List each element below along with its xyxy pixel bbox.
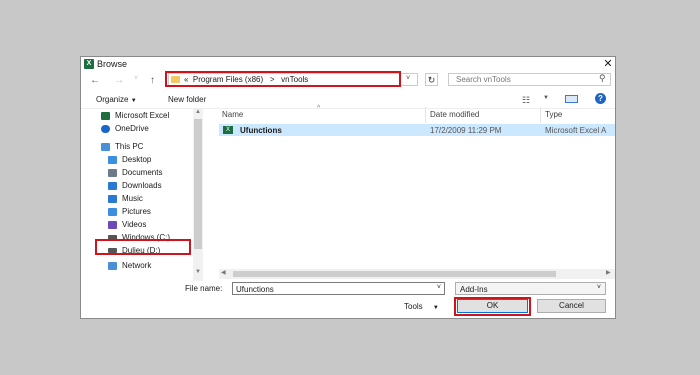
tools-menu[interactable]: Tools ▼ (404, 302, 439, 311)
preview-pane-icon[interactable] (565, 95, 578, 103)
nav-item-label: Music (122, 194, 143, 203)
nav-item-label: Desktop (122, 155, 152, 164)
tools-label: Tools (404, 302, 423, 311)
file-name[interactable]: Ufunctions (240, 126, 282, 135)
pictures-icon (108, 207, 117, 216)
nav-item-downloads[interactable]: Downloads (87, 179, 192, 192)
file-type-select[interactable]: Add-Ins ˅ (455, 282, 606, 295)
cancel-button[interactable]: Cancel (537, 299, 606, 313)
nav-item-pictures[interactable]: Pictures (87, 205, 192, 218)
address-highlight-box (165, 71, 401, 87)
nav-scrollbar-thumb[interactable] (194, 119, 202, 249)
column-name[interactable]: Name (222, 110, 243, 119)
organize-menu[interactable]: Organize ▼ (96, 95, 137, 104)
excel-icon: X (84, 59, 94, 69)
column-type[interactable]: Type (545, 110, 562, 119)
back-arrow-icon[interactable]: ← (90, 75, 100, 86)
navigation-pane: Microsoft Excel OneDrive This PC Desktop… (87, 109, 192, 281)
help-icon[interactable]: ? (595, 93, 606, 104)
column-date-modified[interactable]: Date modified (430, 110, 479, 119)
new-folder-button[interactable]: New folder (168, 95, 206, 104)
organize-label: Organize (96, 95, 129, 104)
column-divider[interactable] (425, 107, 426, 123)
recent-chevron-down-icon[interactable]: ˅ (134, 75, 138, 82)
address-dropdown-icon[interactable]: ˅ (406, 75, 410, 82)
file-type-value[interactable]: Add-Ins (460, 285, 488, 294)
computer-icon (101, 142, 110, 151)
nav-item-documents[interactable]: Documents (87, 166, 192, 179)
network-icon (108, 261, 117, 270)
downloads-icon (108, 181, 117, 190)
search-input[interactable]: Search vnTools (456, 75, 511, 84)
music-icon (108, 194, 117, 203)
nav-item-label: Network (122, 261, 152, 270)
chevron-down-icon: ▼ (130, 98, 137, 104)
chevron-down-icon[interactable]: ˅ (597, 284, 601, 291)
sort-ascending-icon: ^ (317, 105, 321, 112)
nav-item-desktop[interactable]: Desktop (87, 153, 192, 166)
nav-item-label: Downloads (122, 181, 162, 190)
chevron-down-icon[interactable]: ˅ (437, 284, 441, 291)
drive-highlight-box (95, 239, 191, 255)
chevron-down-icon: ▼ (432, 305, 439, 311)
file-date: 17/2/2009 11:29 PM (430, 126, 502, 135)
nav-item-label: Videos (122, 220, 147, 229)
file-type: Microsoft Excel A (545, 126, 607, 135)
nav-item-label: Documents (122, 168, 163, 177)
refresh-icon[interactable]: ↻ (425, 73, 438, 86)
view-chevron-down-icon[interactable]: ▼ (543, 95, 549, 101)
excel-file-icon: X (223, 126, 233, 134)
file-name-value[interactable]: Ufunctions (236, 285, 274, 294)
cloud-icon (101, 124, 110, 133)
scroll-right-icon[interactable]: ▶ (606, 269, 611, 276)
nav-item-videos[interactable]: Videos (87, 218, 192, 231)
videos-icon (108, 220, 117, 229)
desktop-icon (108, 155, 117, 164)
h-scrollbar-thumb[interactable] (233, 271, 556, 277)
file-name-label: File name: (185, 284, 223, 293)
view-options-icon[interactable]: ☷ (522, 95, 530, 106)
excel-icon (101, 111, 110, 120)
nav-item-label: Microsoft Excel (115, 111, 170, 120)
up-arrow-icon[interactable]: ↑ (150, 75, 155, 86)
search-icon[interactable]: ⚲ (599, 73, 606, 84)
browse-dialog: X Browse ✕ ← → ˅ ↑ « Program Files (x86)… (80, 56, 616, 319)
title-bar (81, 57, 615, 71)
nav-item-this-pc[interactable]: This PC (87, 140, 192, 153)
nav-item-label: OneDrive (115, 124, 149, 133)
scroll-up-icon[interactable]: ▲ (195, 109, 201, 115)
close-button[interactable]: ✕ (601, 57, 615, 71)
command-bar (81, 90, 615, 109)
nav-item-network[interactable]: Network (87, 259, 192, 272)
window-title: Browse (97, 59, 128, 69)
scroll-down-icon[interactable]: ▼ (195, 269, 201, 275)
nav-item-label: This PC (115, 142, 144, 151)
file-name-field[interactable]: Ufunctions ˅ (232, 282, 445, 295)
forward-arrow-icon[interactable]: → (114, 75, 124, 86)
scroll-left-icon[interactable]: ◀ (221, 269, 226, 276)
column-divider[interactable] (540, 107, 541, 123)
nav-item-label: Pictures (122, 207, 151, 216)
nav-item-music[interactable]: Music (87, 192, 192, 205)
ok-highlight-box (454, 297, 531, 316)
nav-item-onedrive[interactable]: OneDrive (87, 122, 192, 135)
documents-icon (108, 168, 117, 177)
nav-item-microsoft-excel[interactable]: Microsoft Excel (87, 109, 192, 122)
